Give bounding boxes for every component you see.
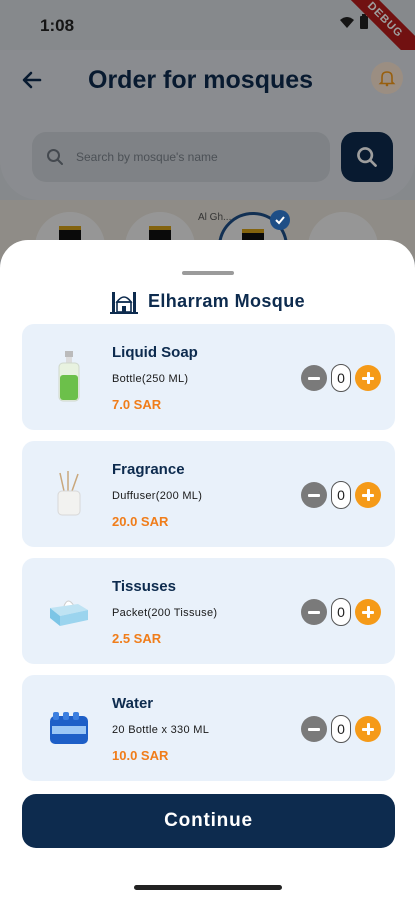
product-card-water: Water 20 Bottle x 330 ML 10.0 SAR 0 xyxy=(22,675,395,781)
minus-icon xyxy=(308,493,320,497)
sheet-header: Elharram Mosque xyxy=(0,288,415,314)
product-name: Tissuses xyxy=(112,578,176,595)
increase-button[interactable] xyxy=(355,716,381,742)
quantity-value[interactable]: 0 xyxy=(331,481,351,509)
drag-handle[interactable] xyxy=(182,271,234,275)
mosque-icon xyxy=(109,292,138,314)
quantity-value[interactable]: 0 xyxy=(331,715,351,743)
product-name: Fragrance xyxy=(112,461,185,478)
product-name: Liquid Soap xyxy=(112,344,198,361)
quantity-stepper: 0 xyxy=(301,598,381,626)
product-price: 2.5 SAR xyxy=(112,631,162,646)
check-icon xyxy=(275,216,285,225)
water-pack-icon xyxy=(48,701,90,755)
product-price: 10.0 SAR xyxy=(112,748,169,763)
decrease-button[interactable] xyxy=(301,716,327,742)
product-card-tissues: Tissuses Packet(200 Tissuse) 2.5 SAR 0 xyxy=(22,558,395,664)
diffuser-icon xyxy=(48,467,90,521)
increase-button[interactable] xyxy=(355,482,381,508)
decrease-button[interactable] xyxy=(301,365,327,391)
product-name: Water xyxy=(112,695,154,712)
increase-button[interactable] xyxy=(355,599,381,625)
continue-button[interactable]: Continue xyxy=(22,794,395,848)
product-price: 7.0 SAR xyxy=(112,397,162,412)
product-card-liquid-soap: Liquid Soap Bottle(250 ML) 7.0 SAR 0 xyxy=(22,324,395,430)
quantity-stepper: 0 xyxy=(301,364,381,392)
quantity-value[interactable]: 0 xyxy=(331,598,351,626)
quantity-value[interactable]: 0 xyxy=(331,364,351,392)
product-description: Bottle(250 ML) xyxy=(112,373,189,385)
product-price: 20.0 SAR xyxy=(112,514,169,529)
quantity-stepper: 0 xyxy=(301,481,381,509)
minus-icon xyxy=(308,610,320,614)
decrease-button[interactable] xyxy=(301,482,327,508)
home-indicator[interactable] xyxy=(134,885,282,890)
mosque-name: Elharram Mosque xyxy=(147,290,306,311)
minus-icon xyxy=(308,727,320,731)
product-card-fragrance: Fragrance Duffuser(200 ML) 20.0 SAR 0 xyxy=(22,441,395,547)
increase-button[interactable] xyxy=(355,365,381,391)
decrease-button[interactable] xyxy=(301,599,327,625)
product-description: 20 Bottle x 330 ML xyxy=(112,724,210,736)
bottom-sheet: Elharram Mosque Liquid Soap Bottle(250 M… xyxy=(0,240,415,900)
product-description: Duffuser(200 ML) xyxy=(112,490,203,502)
tissue-box-icon xyxy=(48,584,90,638)
product-description: Packet(200 Tissuse) xyxy=(112,607,218,619)
selected-check-badge xyxy=(270,210,290,230)
quantity-stepper: 0 xyxy=(301,715,381,743)
soap-bottle-icon xyxy=(48,350,90,404)
product-list: Liquid Soap Bottle(250 ML) 7.0 SAR 0 Fra… xyxy=(22,324,395,792)
minus-icon xyxy=(308,376,320,380)
